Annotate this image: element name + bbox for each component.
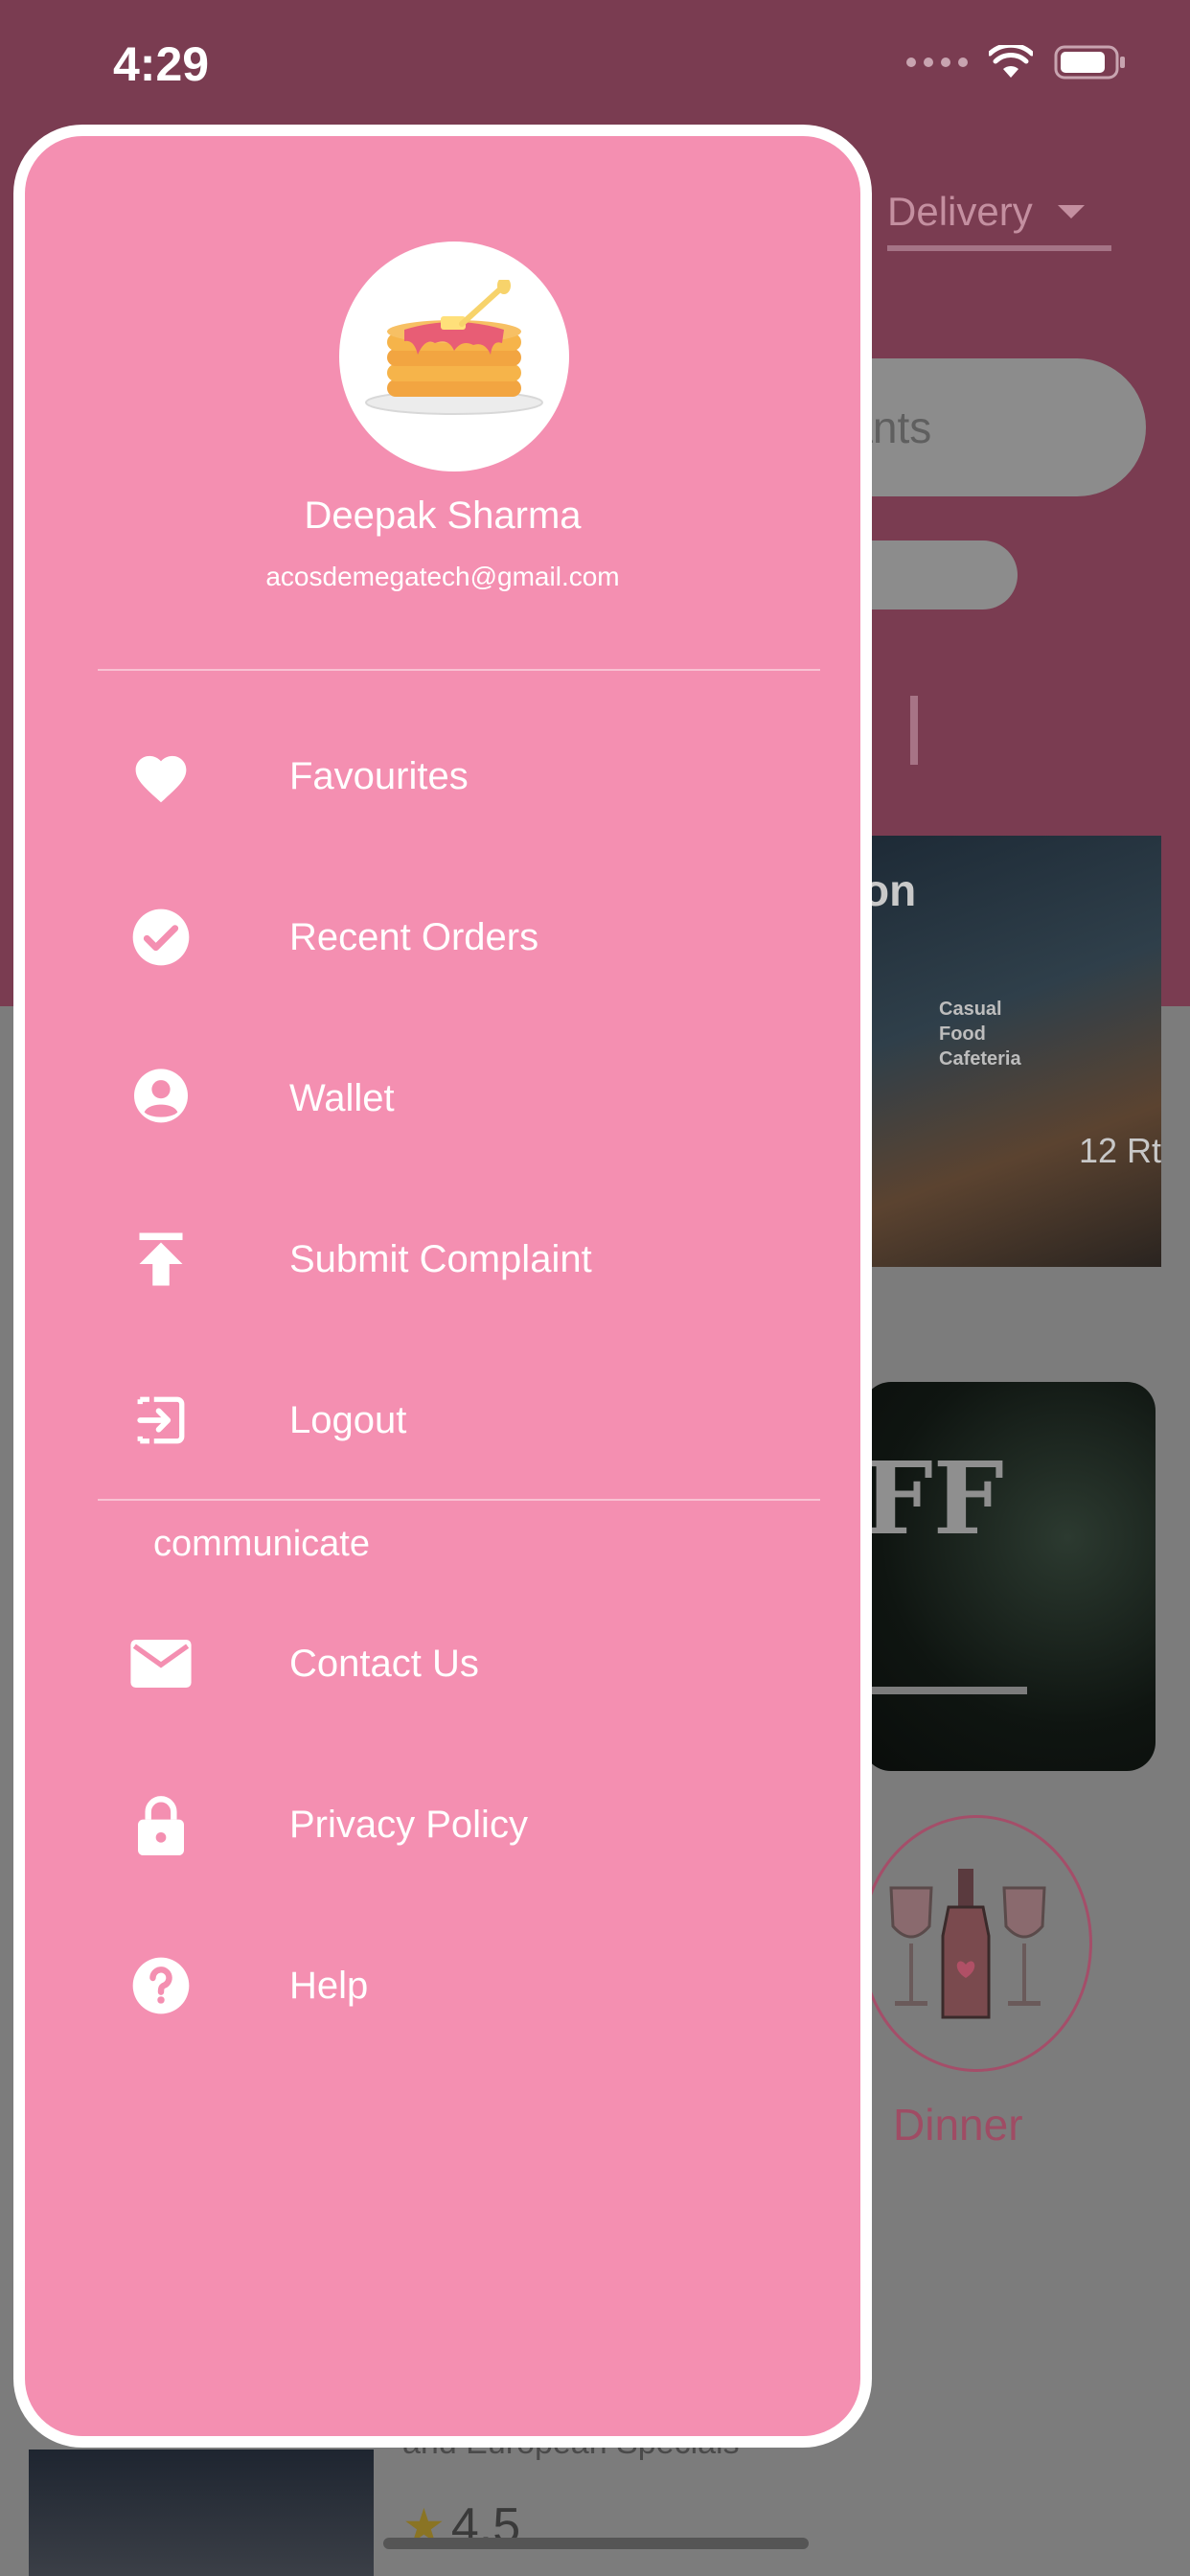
category-label: Dinner [893,2100,1023,2150]
offer-text: FF [862,1439,1004,1557]
menu-label: Help [289,1964,369,2007]
status-time: 4:29 [113,37,210,91]
wine-glasses-icon [889,1869,1046,2019]
menu-item-contact-us[interactable]: Contact Us [25,1616,860,1712]
pancake-icon [365,280,543,415]
avatar[interactable] [339,242,569,472]
menu-item-recent-orders[interactable]: Recent Orders [25,889,860,985]
lock-icon [130,1794,192,1855]
home-indicator [383,2538,809,2549]
restaurant-thumbnail [29,2450,374,2576]
chevron-down-icon [1057,205,1085,218]
offer-banner[interactable]: FF [862,1382,1156,1771]
navigation-drawer: Deepak Sharma acosdemegatech@gmail.com F… [13,125,872,2448]
menu-label: Logout [289,1398,407,1441]
help-icon [130,1955,192,2016]
menu-label: Privacy Policy [289,1803,528,1846]
divider [98,669,820,671]
menu-label: Wallet [289,1076,395,1119]
user-name: Deepak Sharma [304,494,582,537]
wifi-icon [989,45,1033,78]
signal-icon [906,58,968,67]
menu-item-favourites[interactable]: Favourites [25,728,860,824]
tab-indicator [910,696,918,765]
menu-item-privacy-policy[interactable]: Privacy Policy [25,1777,860,1873]
menu-label: Favourites [289,754,469,797]
status-icons [906,44,1127,80]
restaurant-sign: Casual Food Cafeteria [939,999,1021,1070]
heart-icon [130,746,192,807]
menu-label: Contact Us [289,1642,479,1685]
restaurant-count: 12 Rt [1078,1131,1161,1170]
delivery-dropdown[interactable]: Delivery [887,178,1111,251]
restaurant-card[interactable]: on Casual Food Cafeteria 12 Rt [862,836,1161,1267]
menu-item-submit-complaint[interactable]: Submit Complaint [25,1211,860,1307]
menu-item-logout[interactable]: Logout [25,1372,860,1468]
menu-label: Recent Orders [289,915,539,958]
user-email: acosdemegatech@gmail.com [265,562,620,591]
offer-underline [862,1687,1027,1694]
upload-icon [130,1229,192,1290]
delivery-label: Delivery [887,189,1033,234]
menu-item-help[interactable]: Help [25,1938,860,2034]
battery-icon [1054,45,1125,80]
menu-label: Submit Complaint [289,1237,592,1280]
menu-item-wallet[interactable]: Wallet [25,1050,860,1146]
section-label: communicate [153,1524,370,1564]
check-circle-icon [130,907,192,968]
account-circle-icon [130,1068,192,1129]
divider [98,1499,820,1501]
mail-icon [130,1633,192,1694]
logout-icon [130,1390,192,1451]
